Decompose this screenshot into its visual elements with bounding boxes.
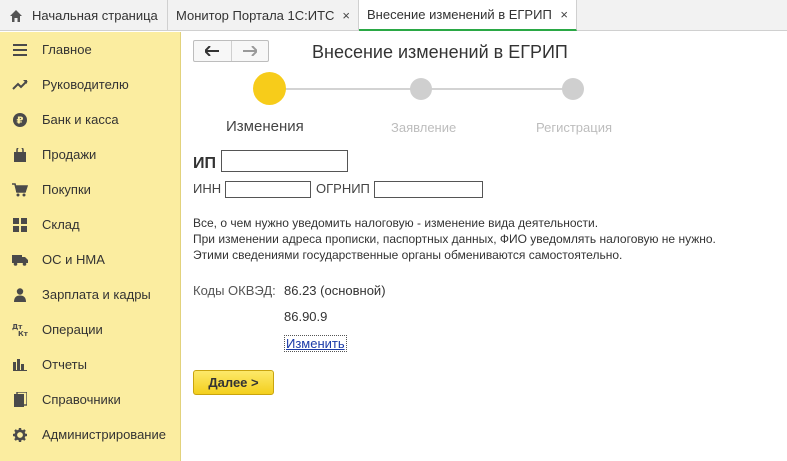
sidebar-item-manager[interactable]: Руководителю	[0, 67, 181, 102]
page-title: Внесение изменений в ЕГРИП	[312, 42, 568, 62]
change-okved-link[interactable]: Изменить	[284, 335, 347, 352]
warehouse-icon	[12, 217, 28, 233]
sidebar-item-label: ОС и НМА	[42, 252, 105, 267]
bar-chart-icon	[12, 357, 28, 373]
ogrnip-label: ОГРНИП	[316, 181, 370, 196]
step-label-registration: Регистрация	[536, 120, 612, 135]
info-line: Этими сведениями государственные органы …	[193, 248, 623, 262]
inn-label: ИНН	[193, 181, 222, 196]
sidebar-item-label: Руководителю	[42, 77, 129, 92]
step-label-application: Заявление	[391, 120, 457, 135]
person-icon	[12, 287, 28, 303]
sidebar-item-label: Зарплата и кадры	[42, 287, 151, 302]
stepper-line	[420, 88, 572, 90]
sidebar-item-main[interactable]: Главное	[0, 32, 181, 67]
trend-icon	[12, 77, 28, 93]
menu-icon	[12, 42, 28, 58]
home-icon	[8, 8, 24, 24]
ip-name-field[interactable]	[221, 150, 348, 172]
sidebar-item-label: Склад	[42, 217, 80, 232]
tab-egrip-changes[interactable]: Внесение изменений в ЕГРИП ×	[359, 0, 577, 31]
sidebar-item-reports[interactable]: Отчеты	[0, 347, 181, 382]
tab-home-label: Начальная страница	[32, 8, 158, 23]
history-nav	[193, 40, 269, 62]
okved-code-main: 86.23 (основной)	[284, 283, 386, 298]
info-line: При изменении адреса прописки, паспортны…	[193, 232, 716, 246]
okved-code: 86.90.9	[284, 309, 328, 324]
close-icon[interactable]: ×	[554, 7, 568, 22]
sidebar-item-label: Главное	[42, 42, 92, 57]
ogrnip-field[interactable]	[374, 181, 483, 198]
arrow-right-icon	[242, 46, 257, 56]
sidebar-item-label: Администрирование	[42, 427, 166, 442]
stepper-line	[270, 88, 420, 90]
sidebar-item-purchases[interactable]: Покупки	[0, 172, 181, 207]
svg-text:₽: ₽	[17, 115, 24, 126]
step-dot-changes	[253, 72, 286, 105]
dt-kt-icon: Дт Кт	[12, 322, 28, 338]
gear-icon	[12, 427, 28, 443]
step-dot-registration	[562, 78, 584, 100]
sidebar-item-label: Отчеты	[42, 357, 87, 372]
svg-text:Кт: Кт	[18, 330, 28, 337]
book-icon	[12, 392, 28, 408]
sidebar-item-administration[interactable]: Администрирование	[0, 417, 181, 452]
sidebar-item-label: Покупки	[42, 182, 91, 197]
forward-button[interactable]	[230, 41, 268, 61]
sidebar: Главное Руководителю ₽ Банк и касса Прод…	[0, 32, 181, 461]
sidebar-item-directories[interactable]: Справочники	[0, 382, 181, 417]
sidebar-item-fixed-assets[interactable]: ОС и НМА	[0, 242, 181, 277]
close-icon[interactable]: ×	[336, 8, 350, 23]
step-dot-application	[410, 78, 432, 100]
sidebar-item-operations[interactable]: Дт Кт Операции	[0, 312, 181, 347]
sidebar-item-label: Операции	[42, 322, 103, 337]
sidebar-item-bank[interactable]: ₽ Банк и касса	[0, 102, 181, 137]
info-text: Все, о чем нужно уведомить налоговую - и…	[193, 215, 716, 263]
sidebar-item-sales[interactable]: Продажи	[0, 137, 181, 172]
tab-portal-monitor[interactable]: Монитор Портала 1С:ИТС ×	[168, 0, 359, 31]
step-label-changes: Изменения	[226, 118, 304, 135]
arrow-left-icon	[205, 46, 220, 56]
inn-field[interactable]	[225, 181, 311, 198]
tab-portal-monitor-label: Монитор Портала 1С:ИТС	[176, 8, 335, 23]
sidebar-item-salary[interactable]: Зарплата и кадры	[0, 277, 181, 312]
next-button[interactable]: Далее >	[193, 370, 274, 395]
sidebar-item-warehouse[interactable]: Склад	[0, 207, 181, 242]
cart-icon	[12, 182, 28, 198]
sidebar-item-label: Банк и касса	[42, 112, 119, 127]
tab-home[interactable]: Начальная страница	[0, 0, 168, 31]
ruble-icon: ₽	[12, 112, 28, 128]
sidebar-item-label: Продажи	[42, 147, 97, 162]
tab-egrip-changes-label: Внесение изменений в ЕГРИП	[367, 7, 552, 22]
main-content: Внесение изменений в ЕГРИП Изменения Зая…	[182, 32, 787, 461]
ip-label: ИП	[193, 155, 216, 172]
tab-bar: Начальная страница Монитор Портала 1С:ИТ…	[0, 0, 787, 31]
info-line: Все, о чем нужно уведомить налоговую - и…	[193, 216, 599, 230]
truck-icon	[12, 252, 28, 268]
okved-label: Коды ОКВЭД:	[193, 283, 276, 298]
sidebar-item-label: Справочники	[42, 392, 121, 407]
bag-icon	[12, 147, 28, 163]
back-button[interactable]	[194, 41, 231, 61]
